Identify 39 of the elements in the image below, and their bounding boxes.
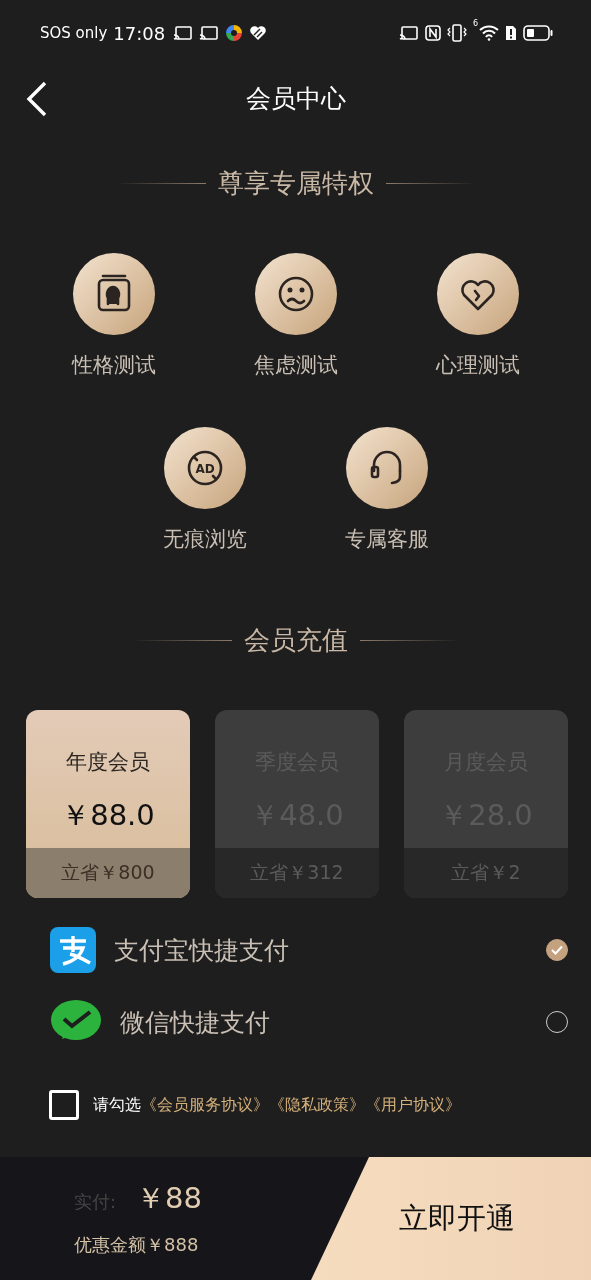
cast-icon [399,25,419,41]
agreement-link[interactable]: 《隐私政策》 [269,1094,365,1116]
sim-alert-icon [505,25,517,41]
radio-button[interactable] [546,939,568,961]
feature-label: 性格测试 [71,352,156,379]
carrier-text: SOS only [40,24,108,42]
paid-amount: ￥88 [136,1180,202,1217]
agreement-text: 请勾选 [93,1094,141,1116]
agreement-link[interactable]: 《用户协议》 [365,1094,461,1116]
ad-block-icon[interactable]: AD [163,427,246,509]
section-title: 尊享专属特权 [217,167,374,200]
payment-label: 微信快捷支付 [120,1006,270,1039]
app-icon [225,24,244,42]
agreement-link[interactable]: 《会员服务协议》 [141,1094,269,1116]
feature-label: 焦虑测试 [253,352,338,379]
cast-icon [199,25,220,41]
discount-text: 优惠金额￥888 [74,1233,200,1257]
check-icon [551,945,563,955]
nfc-icon [425,25,441,41]
feature-label: 无痕浏览 [162,526,247,553]
plan-card[interactable]: 年度会员 ￥88.0 立省￥800 [26,710,190,898]
payment-logo-icon [50,927,96,973]
heart-icon [249,25,268,41]
wifi-generation-text: 6 [473,19,479,28]
battery-icon [523,25,553,41]
portrait-icon[interactable] [72,253,155,335]
feature-label: 心理测试 [435,352,520,379]
payment-label: 支付宝快捷支付 [114,934,289,967]
wifi-icon [479,25,499,41]
clock-time: 17:08 [113,22,166,44]
headset-icon[interactable] [345,427,428,509]
agreement-checkbox[interactable] [49,1090,79,1120]
activate-button[interactable]: 立即开通 [311,1157,591,1280]
cast-icon [173,25,194,41]
page-title: 会员中心 [245,82,346,115]
vibrate-icon [447,24,467,42]
sad-face-icon[interactable] [254,253,337,335]
section-title: 会员充值 [243,624,348,657]
feature-label: 专属客服 [344,526,429,553]
